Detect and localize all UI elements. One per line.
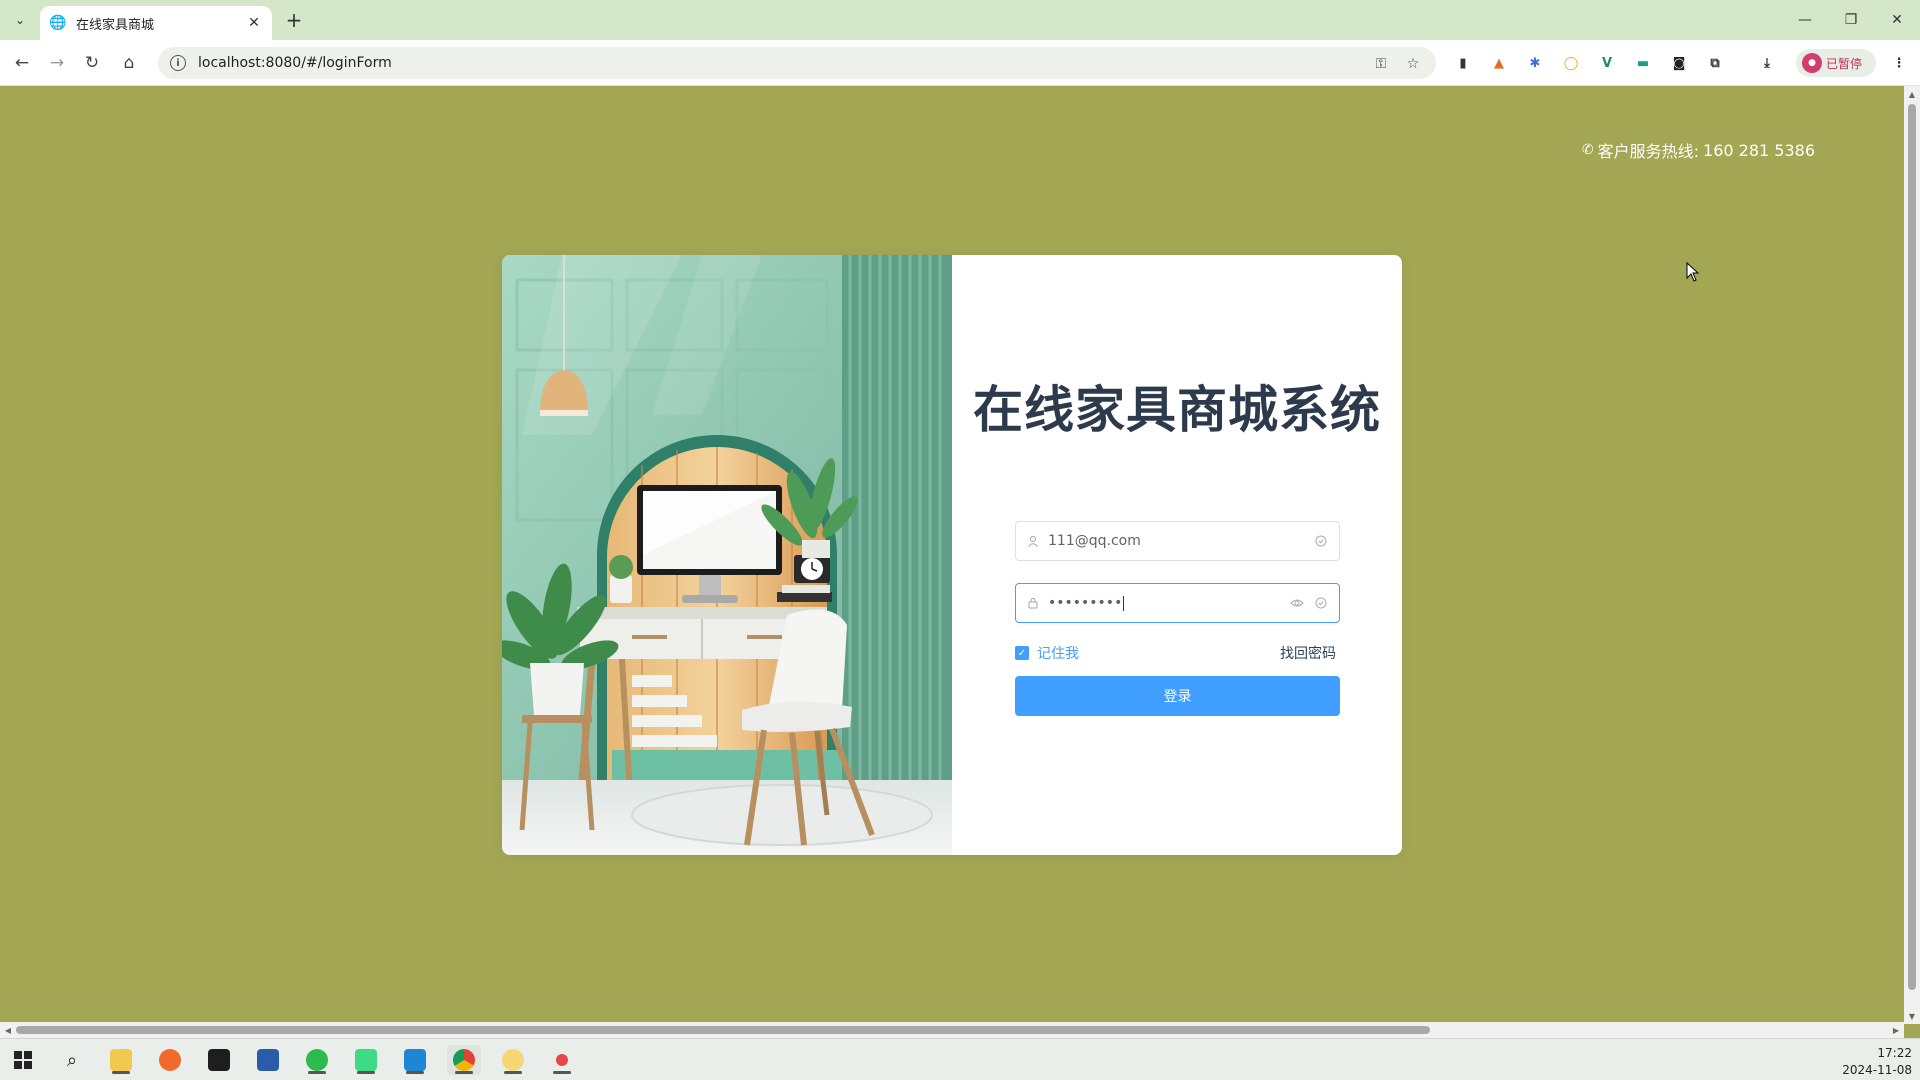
firefox-icon[interactable] bbox=[153, 1045, 187, 1075]
avatar: ● bbox=[1802, 53, 1822, 73]
clock-time: 17:22 bbox=[1877, 1046, 1912, 1060]
back-arrow-icon[interactable]: ← bbox=[10, 51, 34, 75]
reload-icon[interactable]: ↻ bbox=[80, 51, 104, 75]
profile-label: 已暂停 bbox=[1826, 56, 1863, 71]
restore-icon[interactable]: ❐ bbox=[1828, 0, 1874, 40]
clock-date: 2024-11-08 bbox=[1842, 1063, 1912, 1077]
forward-arrow-icon[interactable]: → bbox=[45, 51, 69, 75]
furniture-illustration bbox=[502, 255, 952, 855]
lock-icon bbox=[1026, 597, 1040, 609]
extension-a-icon[interactable]: ▲ bbox=[1489, 53, 1509, 73]
extension-green-icon[interactable]: ▬ bbox=[1633, 53, 1653, 73]
password-dots: ••••••••• bbox=[1048, 595, 1123, 611]
remember-label: 记住我 bbox=[1037, 646, 1079, 662]
file-explorer-icon[interactable] bbox=[104, 1045, 138, 1075]
bookmark-star-icon[interactable]: ☆ bbox=[1404, 55, 1422, 73]
browser-toolbar: ← → ↻ ⌂ i localhost:8080/#/loginForm ⚿ ☆… bbox=[0, 40, 1920, 86]
username-value: 111@qq.com bbox=[1048, 533, 1141, 549]
profile-button[interactable]: ● 已暂停 bbox=[1796, 49, 1876, 77]
search-icon[interactable]: ⌕ bbox=[55, 1045, 89, 1075]
download-icon[interactable]: ⤓ bbox=[1757, 53, 1777, 73]
scroll-down-arrow-icon[interactable]: ▼ bbox=[1904, 1008, 1920, 1024]
taskbar: ⌕ 17:22 2024-11-08 bbox=[0, 1038, 1920, 1080]
terminal-icon[interactable] bbox=[202, 1045, 236, 1075]
customer-hotline: ✆ 客户服务热线: 160 281 5386 bbox=[1582, 138, 1815, 162]
system-clock[interactable]: 17:22 2024-11-08 bbox=[1842, 1045, 1912, 1079]
extension-ring-icon[interactable]: ◯ bbox=[1561, 53, 1581, 73]
password-value: ••••••••• bbox=[1048, 595, 1281, 611]
sticky-app-icon[interactable] bbox=[496, 1045, 530, 1075]
tab-search-chevron-icon[interactable]: ⌄ bbox=[8, 8, 32, 32]
wechat-icon[interactable] bbox=[300, 1045, 334, 1075]
login-button[interactable]: 登录 bbox=[1015, 676, 1340, 716]
chrome-icon[interactable] bbox=[447, 1045, 481, 1075]
horizontal-scrollbar[interactable]: ◀ ▶ bbox=[0, 1022, 1904, 1038]
active-tab[interactable]: 🌐 在线家具商城 ✕ bbox=[40, 6, 272, 40]
extension-glasses-icon[interactable]: ◙ bbox=[1669, 53, 1689, 73]
url-text: localhost:8080/#/loginForm bbox=[198, 55, 392, 71]
address-bar[interactable]: i localhost:8080/#/loginForm ⚿ ☆ bbox=[158, 47, 1436, 79]
android-studio-icon[interactable] bbox=[349, 1045, 383, 1075]
password-field[interactable]: ••••••••• bbox=[1015, 583, 1340, 623]
clear-circle-icon[interactable] bbox=[1313, 533, 1329, 549]
horizontal-scroll-thumb[interactable] bbox=[16, 1026, 1430, 1034]
vscode-icon[interactable] bbox=[398, 1045, 432, 1075]
hotline-number: 160 281 5386 bbox=[1703, 140, 1815, 160]
tab-close-icon[interactable]: ✕ bbox=[246, 15, 262, 31]
new-tab-plus-icon[interactable]: + bbox=[282, 8, 306, 32]
home-icon[interactable]: ⌂ bbox=[117, 51, 141, 75]
vertical-scroll-thumb[interactable] bbox=[1908, 104, 1916, 990]
login-form: 在线家具商城系统 111@qq.com ••••••••• ✓ 记住我 找回密码… bbox=[952, 255, 1402, 855]
vertical-scrollbar[interactable]: ▲ ▼ bbox=[1904, 86, 1920, 1024]
recorder-icon[interactable] bbox=[545, 1045, 579, 1075]
menu-kebab-icon[interactable]: ⋮ bbox=[1889, 53, 1909, 73]
tab-title: 在线家具商城 bbox=[76, 17, 155, 33]
mouse-cursor-icon bbox=[1686, 261, 1700, 286]
bookmarks-icon[interactable]: ▮ bbox=[1453, 53, 1473, 73]
site-info-icon[interactable]: i bbox=[170, 55, 186, 71]
eye-icon[interactable] bbox=[1289, 595, 1305, 611]
clear-circle-icon[interactable] bbox=[1313, 595, 1329, 611]
password-key-icon[interactable]: ⚿ bbox=[1372, 55, 1390, 73]
hotline-label: 客户服务热线: bbox=[1597, 142, 1700, 161]
text-caret bbox=[1123, 595, 1125, 611]
extension-asterisk-icon[interactable]: ✱ bbox=[1525, 53, 1545, 73]
tab-bar: ⌄ 🌐 在线家具商城 ✕ + — ❐ ✕ bbox=[0, 0, 1920, 40]
user-icon bbox=[1026, 535, 1040, 547]
start-icon[interactable] bbox=[6, 1045, 40, 1075]
username-field[interactable]: 111@qq.com bbox=[1015, 521, 1340, 561]
extensions-puzzle-icon[interactable]: ⧉ bbox=[1705, 53, 1725, 73]
scroll-right-arrow-icon[interactable]: ▶ bbox=[1888, 1022, 1904, 1038]
powershell-icon[interactable] bbox=[251, 1045, 285, 1075]
minimize-icon[interactable]: — bbox=[1782, 0, 1828, 40]
scroll-left-arrow-icon[interactable]: ◀ bbox=[0, 1022, 16, 1038]
login-card: 在线家具商城系统 111@qq.com ••••••••• ✓ 记住我 找回密码… bbox=[502, 255, 1402, 855]
remember-me-checkbox[interactable]: ✓ 记住我 bbox=[1015, 643, 1079, 663]
close-window-icon[interactable]: ✕ bbox=[1874, 0, 1920, 40]
page-title: 在线家具商城系统 bbox=[973, 381, 1381, 439]
phone-icon: ✆ bbox=[1581, 142, 1594, 158]
globe-icon: 🌐 bbox=[49, 15, 67, 31]
scroll-up-arrow-icon[interactable]: ▲ bbox=[1904, 86, 1920, 102]
forgot-password-link[interactable]: 找回密码 bbox=[1280, 643, 1336, 663]
checkmark-icon[interactable]: ✓ bbox=[1015, 646, 1029, 660]
vue-devtools-icon[interactable]: V bbox=[1597, 53, 1617, 73]
